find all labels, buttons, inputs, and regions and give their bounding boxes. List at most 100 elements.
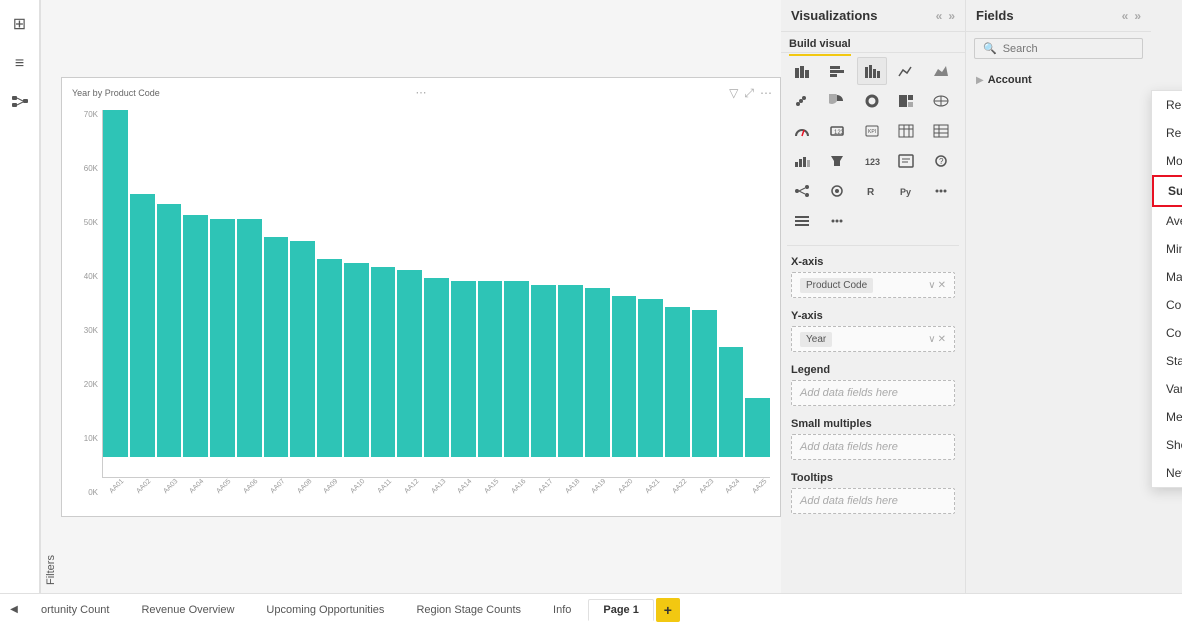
context-menu-item-remove-field[interactable]: Remove field	[1152, 91, 1182, 119]
chart-container[interactable]: Year by Product Code ▽ ⤢ ⋯ ⋯ 0K10K20K30K…	[61, 77, 781, 517]
chart-bar-24[interactable]	[745, 398, 770, 456]
sidebar-icon-data[interactable]: ≡	[6, 50, 34, 78]
tab-region-stage-counts[interactable]: Region Stage Counts	[401, 599, 536, 621]
left-sidebar: ⊞ ≡	[0, 0, 40, 593]
chart-bar-23[interactable]	[719, 347, 744, 457]
search-input[interactable]	[1003, 43, 1145, 55]
context-menu-item-move-to[interactable]: Move to▶	[1152, 147, 1182, 175]
viz-icon-funnel[interactable]	[822, 147, 852, 175]
viz-icon-bar[interactable]	[822, 57, 852, 85]
tab-scroll-left[interactable]: ◀	[4, 598, 24, 622]
viz-icon-more[interactable]	[926, 177, 956, 205]
chart-bar-9[interactable]	[344, 263, 369, 457]
chart-bar-1[interactable]	[130, 194, 155, 457]
viz-icon-waterfall[interactable]	[787, 147, 817, 175]
tab-upcoming-opportunities[interactable]: Upcoming Opportunities	[251, 599, 399, 621]
chart-bar-15[interactable]	[504, 281, 529, 456]
chart-more-icon[interactable]: ⋯	[760, 86, 772, 100]
viz-x-axis-chevron[interactable]: ∨	[928, 280, 935, 291]
context-menu-item-variance[interactable]: Variance	[1152, 375, 1182, 403]
chart-bar-3[interactable]	[183, 215, 208, 456]
chart-bar-22[interactable]	[692, 310, 717, 456]
fields-expand-icon[interactable]: »	[1134, 9, 1141, 23]
viz-icon-key-influencers[interactable]	[822, 177, 852, 205]
viz-icon-card[interactable]: 123	[822, 117, 852, 145]
chart-bar-12[interactable]	[424, 278, 449, 457]
context-menu-item-new-quick-measure[interactable]: New quick measure	[1152, 459, 1182, 487]
viz-icon-donut[interactable]	[857, 87, 887, 115]
viz-icon-treemap[interactable]	[891, 87, 921, 115]
chart-bar-0[interactable]	[103, 110, 128, 457]
viz-y-axis-box[interactable]: Year ∨ ✕	[791, 326, 955, 352]
fields-group-account-header[interactable]: ▶ Account	[966, 71, 1151, 89]
chart-bar-6[interactable]	[264, 237, 289, 456]
viz-icon-r-visual[interactable]: R	[857, 177, 887, 205]
viz-y-axis-remove[interactable]: ✕	[938, 334, 946, 345]
viz-icon-pie[interactable]	[822, 87, 852, 115]
chart-bar-5[interactable]	[237, 219, 262, 456]
viz-tooltips-box[interactable]: Add data fields here	[791, 488, 955, 514]
chart-bars	[102, 110, 770, 478]
viz-icon-qna[interactable]: ?	[926, 147, 956, 175]
viz-collapse-icon[interactable]: «	[936, 9, 943, 23]
chart-filter-icon[interactable]: ▽	[729, 86, 738, 100]
viz-icon-matrix[interactable]	[926, 117, 956, 145]
context-menu-item-sum[interactable]: Sum	[1152, 175, 1182, 207]
context-menu-item-rename[interactable]: Rename for this visual	[1152, 119, 1182, 147]
fields-collapse-icon[interactable]: «	[1122, 9, 1129, 23]
viz-icon-gauge[interactable]	[787, 117, 817, 145]
viz-icon-kpi[interactable]: KPI	[857, 117, 887, 145]
chart-bar-2[interactable]	[157, 204, 182, 456]
chart-bar-14[interactable]	[478, 281, 503, 456]
viz-x-axis-box[interactable]: Product Code ∨ ✕	[791, 272, 955, 298]
sidebar-icon-report[interactable]: ⊞	[6, 10, 34, 38]
viz-expand-icon[interactable]: »	[948, 9, 955, 23]
chart-bar-17[interactable]	[558, 285, 583, 457]
chart-expand-icon[interactable]: ⤢	[744, 86, 754, 101]
viz-icon-stacked-bar[interactable]	[787, 57, 817, 85]
chart-bar-21[interactable]	[665, 307, 690, 457]
chart-bar-19[interactable]	[612, 296, 637, 457]
viz-icon-line[interactable]	[891, 57, 921, 85]
context-menu-item-show-value-as[interactable]: Show value as▶	[1152, 431, 1182, 459]
viz-icon-column[interactable]	[857, 57, 887, 85]
viz-icon-table[interactable]	[891, 117, 921, 145]
chart-bar-20[interactable]	[638, 299, 663, 456]
viz-icon-slicer[interactable]	[787, 207, 817, 235]
viz-icon-scatter[interactable]	[787, 87, 817, 115]
viz-legend-box[interactable]: Add data fields here	[791, 380, 955, 406]
chart-bar-13[interactable]	[451, 281, 476, 456]
tab-page-1[interactable]: Page 1	[588, 599, 653, 621]
tab-info[interactable]: Info	[538, 599, 586, 621]
viz-y-axis-chevron[interactable]: ∨	[928, 334, 935, 345]
context-menu-item-minimum[interactable]: Minimum	[1152, 235, 1182, 263]
viz-icon-map[interactable]	[926, 87, 956, 115]
chart-bar-18[interactable]	[585, 288, 610, 456]
tab-opportunity-count[interactable]: ortunity Count	[26, 599, 124, 621]
chart-bar-16[interactable]	[531, 285, 556, 457]
fields-search-box[interactable]: 🔍	[974, 38, 1143, 59]
chart-bar-7[interactable]	[290, 241, 315, 457]
sidebar-icon-model[interactable]	[6, 90, 34, 118]
viz-small-multiples-box[interactable]: Add data fields here	[791, 434, 955, 460]
tab-add-button[interactable]: +	[656, 598, 680, 622]
chart-bar-11[interactable]	[397, 270, 422, 456]
context-menu-item-std-dev[interactable]: Standard deviation	[1152, 347, 1182, 375]
viz-icon-ellipsis[interactable]	[822, 207, 852, 235]
chart-bar-4[interactable]	[210, 219, 235, 456]
viz-x-axis-remove[interactable]: ✕	[938, 280, 946, 291]
chart-bar-8[interactable]	[317, 259, 342, 456]
context-menu-item-maximum[interactable]: Maximum	[1152, 263, 1182, 291]
chart-bar-10[interactable]	[371, 267, 396, 457]
viz-icon-python-visual[interactable]: Py	[891, 177, 921, 205]
tab-revenue-overview[interactable]: Revenue Overview	[126, 599, 249, 621]
filters-sidebar[interactable]: Filters	[40, 0, 61, 593]
context-menu-item-average[interactable]: Average	[1152, 207, 1182, 235]
viz-icon-text-box[interactable]	[891, 147, 921, 175]
context-menu-item-median[interactable]: Median	[1152, 403, 1182, 431]
viz-icon-area[interactable]	[926, 57, 956, 85]
viz-icon-decomp-tree[interactable]	[787, 177, 817, 205]
context-menu-item-count-distinct[interactable]: Count (Distinct)	[1152, 291, 1182, 319]
context-menu-item-count[interactable]: Count	[1152, 319, 1182, 347]
viz-icon-123[interactable]: 123	[857, 147, 887, 175]
